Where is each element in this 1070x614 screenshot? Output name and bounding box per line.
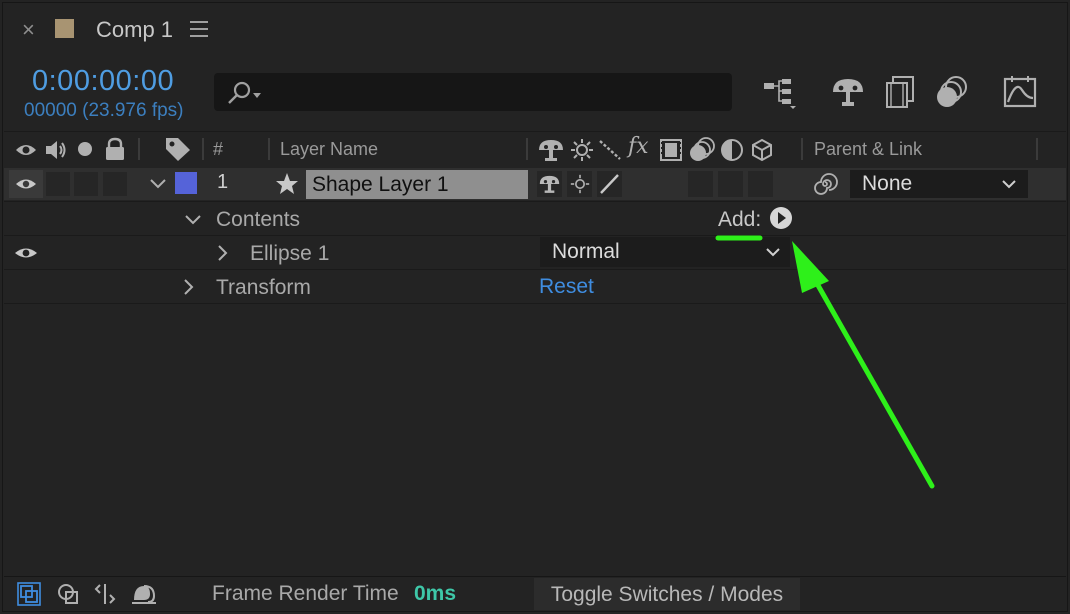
annotation-arrow [715, 235, 935, 489]
column-separator[interactable] [526, 138, 528, 160]
collapse-switch[interactable] [567, 171, 592, 197]
frame-blend-icon[interactable] [659, 138, 683, 162]
column-separator[interactable] [1036, 138, 1038, 160]
adjustment-icon[interactable] [720, 138, 744, 162]
parent-pickwhip-icon[interactable] [812, 171, 838, 197]
label-tag-icon[interactable] [164, 136, 192, 162]
eye-icon[interactable] [15, 139, 37, 161]
shy-icon[interactable] [538, 138, 564, 162]
layer-visibility-toggle[interactable] [9, 170, 43, 198]
layer-number: 1 [217, 171, 229, 193]
parent-link-column-header[interactable]: Parent & Link [814, 137, 922, 161]
column-separator[interactable] [202, 138, 204, 160]
star-icon [276, 173, 298, 194]
eye-icon[interactable] [14, 244, 38, 262]
in-out-icon[interactable] [93, 582, 117, 606]
current-time-display[interactable]: 0:00:00:00 [32, 64, 174, 98]
parent-dropdown[interactable]: None [850, 170, 1028, 198]
chevron-down-icon[interactable] [149, 176, 167, 192]
layer-name-column-header[interactable]: Layer Name [280, 137, 378, 161]
quality-icon[interactable] [598, 138, 622, 162]
panel-menu-icon[interactable] [190, 21, 208, 37]
audio-icon[interactable] [44, 138, 68, 162]
comp-color-swatch [55, 19, 74, 38]
column-separator[interactable] [138, 138, 140, 160]
collapse-icon [570, 174, 590, 194]
frame-render-time-label: Frame Render Time [212, 582, 399, 605]
chevron-right-icon[interactable] [182, 278, 196, 296]
tab-comp-title[interactable]: Comp 1 [96, 16, 173, 44]
blend-mode-value: Normal [552, 240, 620, 263]
solo-icon[interactable] [77, 141, 93, 157]
layer-search-field[interactable] [214, 73, 732, 111]
render-time-icon[interactable] [130, 582, 158, 606]
column-separator[interactable] [268, 138, 270, 160]
row-divider [4, 201, 1066, 202]
lock-toggle[interactable] [103, 172, 127, 196]
adjustment-switch[interactable] [718, 171, 743, 197]
motion-blur-icon[interactable] [688, 136, 716, 162]
column-separator[interactable] [801, 138, 803, 160]
reset-link[interactable]: Reset [539, 274, 594, 300]
parent-dropdown-value: None [862, 172, 913, 195]
audio-toggle[interactable] [46, 172, 70, 196]
layer-name-field[interactable]: Shape Layer 1 [306, 170, 528, 199]
shy-switch[interactable] [537, 171, 562, 197]
chevron-down-icon[interactable] [184, 213, 202, 227]
3d-layer-icon[interactable] [750, 138, 774, 162]
frame-count-display: 00000 (23.976 fps) [24, 100, 184, 121]
layer-switches-icon[interactable] [17, 582, 41, 606]
search-input[interactable] [264, 79, 718, 105]
motion-blur-icon[interactable] [934, 74, 970, 110]
motion-blur-switch[interactable] [688, 171, 713, 197]
quality-line-icon [600, 174, 619, 194]
draft-3d-icon[interactable] [830, 74, 866, 110]
quality-switch[interactable] [597, 171, 622, 197]
layer-label-color[interactable] [175, 172, 197, 194]
flowchart-icon[interactable] [762, 74, 798, 110]
eye-icon [16, 179, 36, 189]
lock-icon[interactable] [104, 137, 126, 161]
chevron-down-icon [1002, 180, 1016, 189]
contents-group-label[interactable]: Contents [216, 207, 300, 233]
collapse-icon[interactable] [570, 138, 594, 162]
graph-editor-icon[interactable] [1002, 74, 1038, 110]
effects-icon[interactable]: fx [628, 134, 649, 159]
toggle-switches-modes-button[interactable]: Toggle Switches / Modes [534, 578, 800, 610]
frame-render-time-value: 0ms [414, 582, 457, 605]
frame-blending-icon[interactable] [883, 74, 919, 110]
shy-icon [539, 175, 560, 193]
search-icon[interactable] [226, 80, 266, 106]
transfer-controls-icon[interactable] [56, 582, 80, 606]
3d-layer-switch[interactable] [748, 171, 773, 197]
close-icon[interactable]: × [22, 18, 38, 42]
number-column-header[interactable]: # [213, 137, 223, 161]
ellipse-group-label[interactable]: Ellipse 1 [250, 241, 329, 267]
solo-toggle[interactable] [74, 172, 98, 196]
chevron-right-icon[interactable] [216, 244, 230, 262]
transform-group-label[interactable]: Transform [216, 275, 311, 301]
